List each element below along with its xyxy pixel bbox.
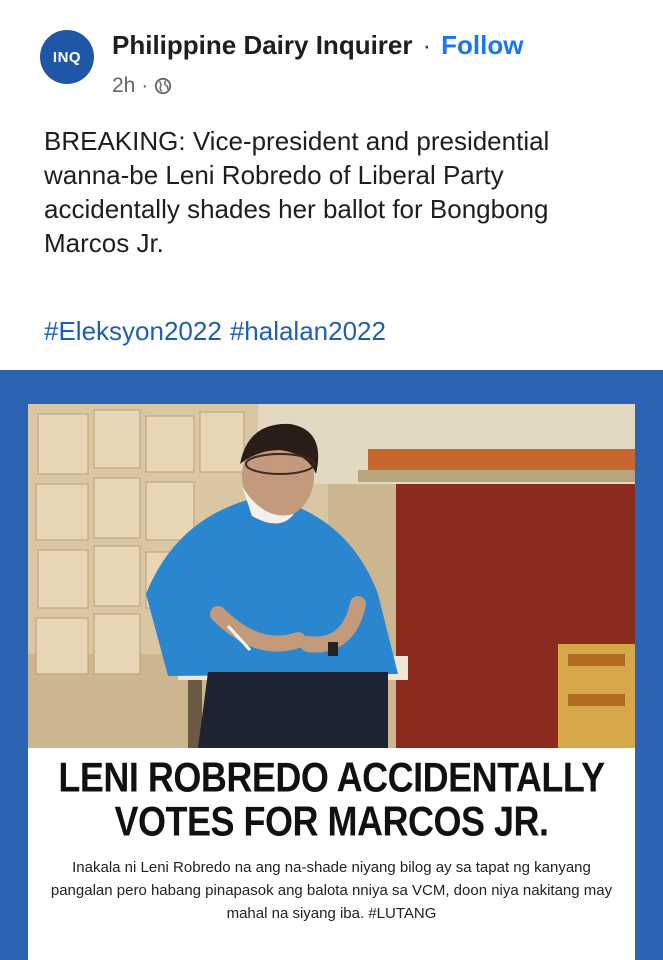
hashtag-link[interactable]: #halalan2022	[230, 316, 386, 346]
shared-image-card[interactable]: LENI ROBREDO ACCIDENTALLY VOTES FOR MARC…	[0, 370, 663, 960]
separator-dot: ·	[422, 30, 432, 60]
hashtag-link[interactable]: #Eleksyon2022	[44, 316, 222, 346]
hashtags: #Eleksyon2022 #halalan2022	[44, 316, 394, 347]
news-photo	[28, 404, 635, 748]
card-subtext: Inakala ni Leni Robredo na ang na-shade …	[50, 859, 613, 922]
headline-line: VOTES FOR MARCOS JR.	[114, 797, 549, 845]
name-row: Philippine Dairy Inquirer · Follow	[112, 30, 524, 61]
page-avatar[interactable]: INQ	[40, 30, 94, 84]
post-timestamp[interactable]: 2h ·	[112, 74, 148, 98]
post-header: INQ Philippine Dairy Inquirer · Follow 2h …	[40, 28, 643, 108]
headline-line: LENI ROBREDO ACCIDENTALLY	[58, 753, 605, 801]
caption-box: LENI ROBREDO ACCIDENTALLY VOTES FOR MARC…	[28, 748, 635, 960]
post-body-text: BREAKING: Vice-president and presidentia…	[44, 126, 550, 258]
globe-icon	[155, 77, 172, 95]
post-meta: 2h ·	[112, 74, 172, 98]
follow-button[interactable]: Follow	[441, 30, 523, 60]
page-name-link[interactable]: Philippine Dairy Inquirer	[112, 30, 413, 60]
card-headline: LENI ROBREDO ACCIDENTALLY VOTES FOR MARC…	[28, 753, 635, 845]
facebook-post: INQ Philippine Dairy Inquirer · Follow 2h …	[0, 0, 663, 960]
photo-illustration	[28, 404, 635, 748]
